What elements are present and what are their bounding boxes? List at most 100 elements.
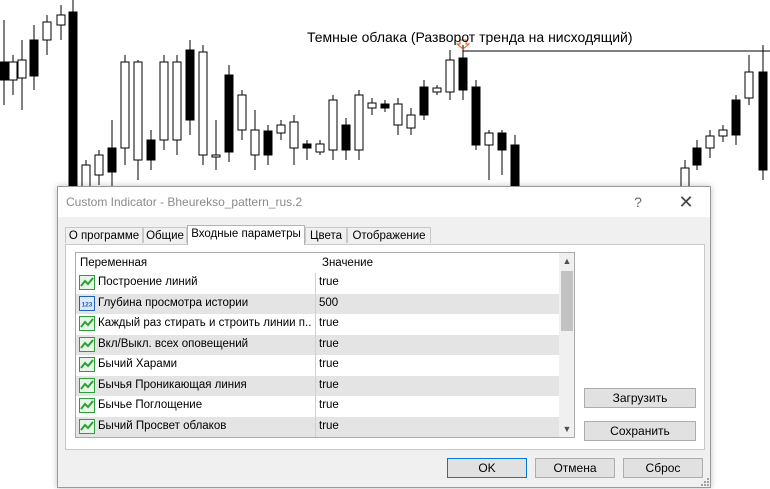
- tab-display[interactable]: Отображение: [347, 227, 431, 243]
- pattern-annotation: Темные облака (Разворот тренда на нисход…: [307, 29, 633, 45]
- help-button[interactable]: ?: [626, 190, 650, 214]
- bear-candle: [497, 132, 507, 151]
- param-value[interactable]: 500: [319, 297, 338, 309]
- table-row[interactable]: Бычья Проникающая линия true: [76, 375, 560, 396]
- svg-text:123: 123: [82, 301, 93, 308]
- bull-candle: [718, 129, 728, 137]
- param-name: Каждый раз стирать и строить линии п...: [98, 317, 312, 329]
- bool-param-icon: [79, 357, 95, 372]
- param-name: Бычий Харами: [98, 358, 178, 370]
- scroll-up-icon[interactable]: ▲: [559, 253, 574, 269]
- bull-candle: [705, 135, 715, 149]
- bear-candle: [29, 39, 39, 77]
- cancel-button[interactable]: Отмена: [535, 458, 615, 478]
- bull-candle: [42, 21, 52, 41]
- param-name: Глубина просмотра истории: [98, 296, 249, 309]
- bull-candle: [354, 94, 364, 151]
- param-name: Построение линий: [98, 276, 198, 288]
- bull-candle: [237, 94, 247, 131]
- bear-candle: [68, 11, 78, 191]
- bull-candle: [172, 61, 182, 141]
- table-row[interactable]: 123 Глубина просмотра истории 500: [76, 293, 560, 314]
- bull-candle: [328, 99, 338, 151]
- bull-candle: [276, 124, 286, 134]
- bear-candle: [341, 124, 351, 151]
- table-row[interactable]: Бычье Поглощение true: [76, 396, 560, 416]
- bear-candle: [471, 86, 481, 146]
- dialog-titlebar[interactable]: Custom Indicator - Bheurekso_pattern_rus…: [58, 187, 710, 217]
- scroll-thumb[interactable]: [561, 271, 573, 331]
- bull-candle: [8, 61, 18, 81]
- bull-candle: [198, 51, 208, 156]
- bear-candle: [107, 147, 117, 173]
- bull-candle: [393, 103, 403, 126]
- bool-param-icon: [79, 398, 95, 413]
- vertical-scrollbar[interactable]: ▲ ▼: [559, 253, 574, 437]
- load-button[interactable]: Загрузить: [584, 388, 696, 408]
- table-row[interactable]: Бычий Харами true: [76, 355, 560, 375]
- bull-candle: [120, 61, 130, 149]
- column-divider: [315, 273, 316, 437]
- bull-candle: [484, 132, 494, 146]
- bull-candle: [133, 61, 143, 161]
- tab-about[interactable]: О программе: [65, 227, 143, 243]
- close-button[interactable]: ✕: [672, 190, 700, 214]
- int-param-icon: 123: [79, 295, 95, 311]
- param-value[interactable]: true: [319, 358, 339, 370]
- parameters-table: Переменная Значение Построение линий true…: [75, 252, 575, 438]
- column-header-variable[interactable]: Переменная: [80, 257, 147, 269]
- bull-candle: [17, 59, 27, 79]
- bool-param-icon: [79, 336, 95, 352]
- param-value[interactable]: true: [319, 276, 339, 288]
- bool-param-icon: [79, 418, 95, 434]
- table-row[interactable]: Вкл/Выкл. всех оповещений true: [76, 334, 560, 355]
- bear-candle: [510, 144, 520, 191]
- param-name: Бычий Просвет облаков: [98, 419, 227, 432]
- table-row[interactable]: Построение линий true: [76, 273, 560, 293]
- param-value[interactable]: true: [319, 338, 339, 350]
- dialog-title: Custom Indicator - Bheurekso_pattern_rus…: [66, 195, 303, 209]
- tab-inputs[interactable]: Входные параметры: [187, 225, 305, 245]
- bool-param-icon: [79, 377, 95, 393]
- param-value[interactable]: true: [319, 379, 339, 391]
- bear-candle: [0, 61, 9, 81]
- bear-candle: [185, 49, 195, 121]
- bull-candle: [406, 114, 416, 129]
- bull-candle: [432, 87, 442, 93]
- bear-candle: [458, 57, 468, 91]
- custom-indicator-dialog: Custom Indicator - Bheurekso_pattern_rus…: [57, 186, 711, 488]
- bull-candle: [250, 129, 260, 156]
- param-value[interactable]: true: [319, 399, 339, 411]
- bull-candle: [56, 14, 66, 26]
- bear-candle: [263, 130, 273, 156]
- param-value[interactable]: true: [319, 317, 339, 329]
- bear-candle: [224, 74, 234, 153]
- bull-candle: [159, 61, 169, 141]
- bull-candle: [94, 154, 104, 176]
- reset-button[interactable]: Сброс: [623, 458, 703, 478]
- table-header: Переменная Значение: [76, 253, 560, 273]
- bool-param-icon: [79, 275, 95, 290]
- ok-button[interactable]: OK: [447, 458, 527, 478]
- param-name: Бычья Проникающая линия: [98, 378, 247, 391]
- bull-candle: [289, 121, 299, 149]
- table-row[interactable]: Каждый раз стирать и строить линии п... t…: [76, 314, 560, 334]
- tab-colors[interactable]: Цвета: [305, 227, 347, 243]
- table-row[interactable]: Бычий Просвет облаков true: [76, 416, 560, 437]
- bear-candle: [302, 143, 312, 149]
- bull-candle: [211, 154, 221, 158]
- bear-candle: [419, 86, 429, 116]
- resize-grip-icon[interactable]: [698, 475, 710, 487]
- tab-common[interactable]: Общие: [143, 227, 187, 243]
- scroll-down-icon[interactable]: ▼: [559, 421, 574, 437]
- column-header-value[interactable]: Значение: [322, 257, 373, 269]
- param-name: Бычье Поглощение: [98, 399, 203, 411]
- bull-candle: [445, 59, 455, 93]
- bear-candle: [731, 99, 741, 136]
- save-button[interactable]: Сохранить: [584, 421, 696, 441]
- bull-candle: [315, 143, 325, 153]
- param-value[interactable]: true: [319, 420, 339, 432]
- bear-candle: [146, 139, 156, 161]
- table-row[interactable]: Б У Зt: [76, 437, 560, 438]
- bull-candle: [367, 102, 377, 109]
